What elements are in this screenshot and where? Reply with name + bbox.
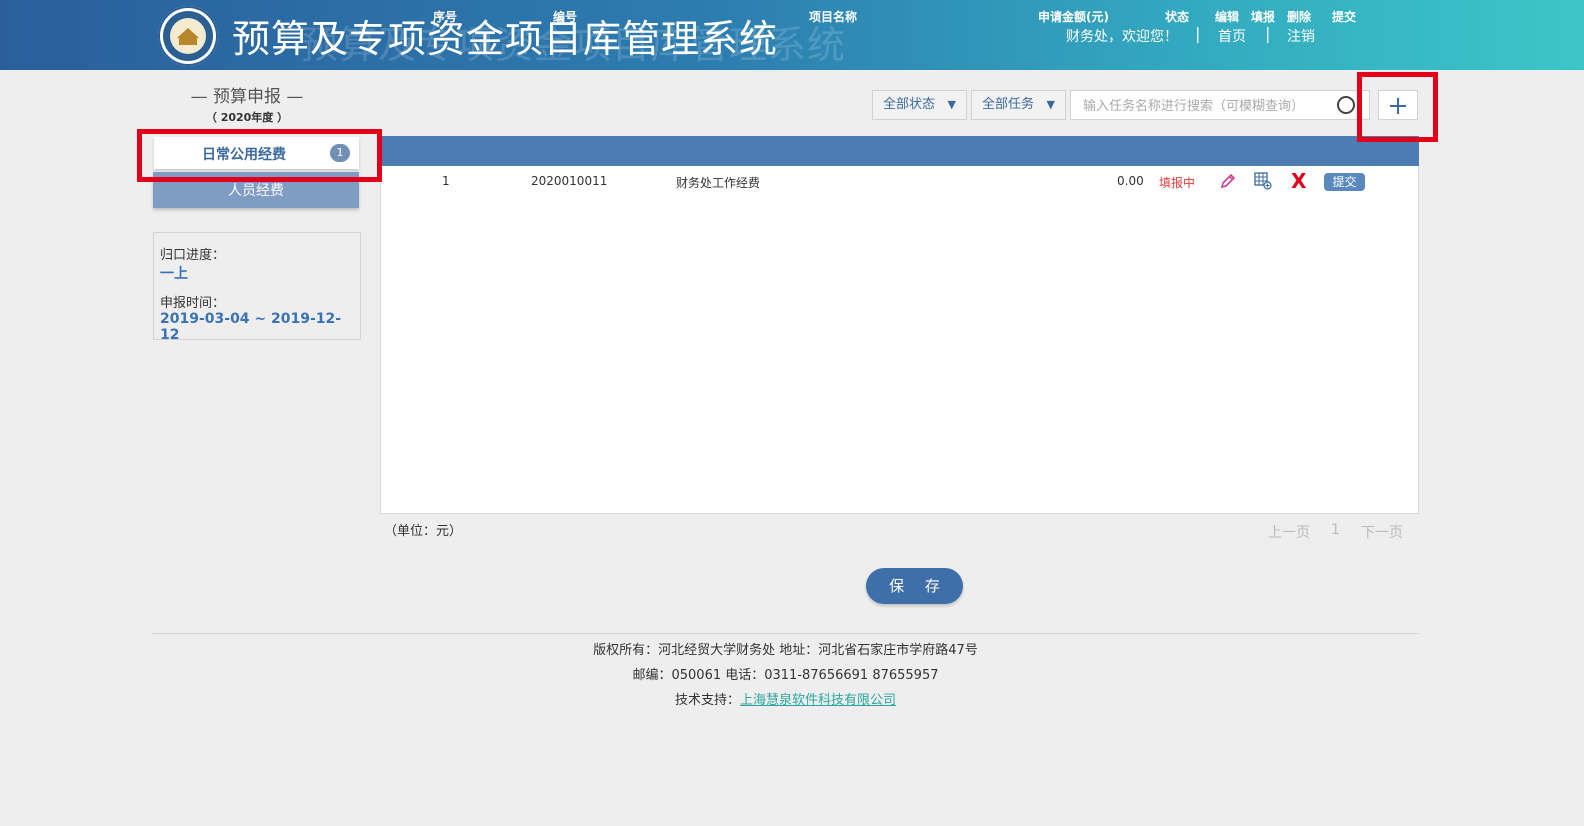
column-header: 提交 bbox=[1332, 10, 1357, 24]
table-edit-icon[interactable] bbox=[1254, 172, 1272, 190]
delete-icon[interactable]: X bbox=[1291, 169, 1306, 193]
add-project-button[interactable] bbox=[1378, 90, 1418, 120]
task-filter-value: 全部任务 bbox=[982, 97, 1035, 112]
search-icon[interactable] bbox=[1337, 96, 1355, 114]
count-badge: 1 bbox=[330, 144, 350, 162]
declaration-info-panel: 归口进度： 一上 申报时间： 2019-03-04 ~ 2019-12-12 bbox=[153, 232, 361, 343]
task-filter-dropdown[interactable]: 全部任务 ▼ bbox=[971, 90, 1066, 120]
search-input[interactable] bbox=[1081, 96, 1335, 116]
column-header: 填报 bbox=[1251, 10, 1276, 24]
footer-support: 技术支持：上海慧泉软件科技有限公司 bbox=[152, 689, 1419, 708]
column-header: 编号 bbox=[553, 10, 578, 24]
project-table bbox=[380, 136, 1419, 514]
unit-note: （单位：元） bbox=[384, 524, 463, 539]
footer-copyright: 版权所有：河北经贸大学财务处 地址：河北省石家庄市学府路47号 bbox=[593, 643, 978, 658]
cell-amount: 0.00 bbox=[1117, 174, 1144, 188]
sidebar-tab-daily-public-funds[interactable]: 日常公用经费 1 bbox=[154, 137, 359, 169]
home-link[interactable]: 首页 bbox=[1218, 26, 1246, 46]
header-separator: | bbox=[1265, 24, 1271, 43]
search-box bbox=[1070, 90, 1370, 120]
system-title: 预算及专项资金项目库管理系统 bbox=[232, 17, 779, 61]
logout-link[interactable]: 注销 bbox=[1287, 26, 1315, 46]
chevron-down-icon: ▼ bbox=[947, 98, 956, 111]
sidebar-tab-label: 人员经费 bbox=[228, 183, 284, 199]
column-header: 状态 bbox=[1165, 10, 1190, 24]
status-filter-value: 全部状态 bbox=[883, 97, 936, 112]
footer-contact: 邮编：050061 电话：0311-87656691 87655957 bbox=[632, 668, 939, 683]
support-company-link[interactable]: 上海慧泉软件科技有限公司 bbox=[740, 693, 896, 708]
next-page-button[interactable]: 下一页 bbox=[1361, 522, 1403, 542]
footer-divider bbox=[152, 633, 1419, 634]
column-header: 删除 bbox=[1287, 10, 1312, 24]
welcome-text: 财务处，欢迎您！ bbox=[1066, 29, 1178, 45]
column-header: 序号 bbox=[433, 10, 458, 24]
time-label: 申报时间： bbox=[160, 296, 226, 311]
column-header: 申请金额(元) bbox=[1038, 10, 1109, 24]
column-header: 项目名称 bbox=[809, 10, 858, 24]
university-logo-icon bbox=[158, 6, 218, 66]
cell-index: 1 bbox=[442, 174, 450, 188]
save-button[interactable]: 保 存 bbox=[866, 568, 963, 604]
cell-code: 2020010011 bbox=[531, 174, 608, 188]
table-header bbox=[380, 136, 1419, 166]
submit-button[interactable]: 提交 bbox=[1324, 173, 1365, 191]
sidebar-tab-label: 日常公用经费 bbox=[202, 147, 286, 163]
support-label: 技术支持： bbox=[674, 693, 740, 708]
column-header: 编辑 bbox=[1215, 10, 1240, 24]
status-filter-dropdown[interactable]: 全部状态 ▼ bbox=[872, 90, 967, 120]
time-value: 2019-03-04 ~ 2019-12-12 bbox=[160, 311, 342, 343]
cell-project-name: 财务处工作经费 bbox=[676, 176, 761, 190]
page-number[interactable]: 1 bbox=[1331, 522, 1340, 538]
pencil-icon[interactable] bbox=[1219, 172, 1237, 190]
chevron-down-icon: ▼ bbox=[1046, 98, 1055, 111]
prev-page-button[interactable]: 上一页 bbox=[1268, 522, 1310, 542]
header-separator: | bbox=[1195, 24, 1201, 43]
progress-value: 一上 bbox=[160, 266, 188, 282]
sidebar-tab-personnel-funds[interactable]: 人员经费 bbox=[153, 172, 359, 208]
cell-status: 填报中 bbox=[1159, 176, 1196, 190]
progress-label: 归口进度： bbox=[160, 248, 226, 263]
section-year: （ 2020年度 ） bbox=[205, 111, 289, 124]
section-title: — 预算申报 — bbox=[190, 87, 304, 107]
